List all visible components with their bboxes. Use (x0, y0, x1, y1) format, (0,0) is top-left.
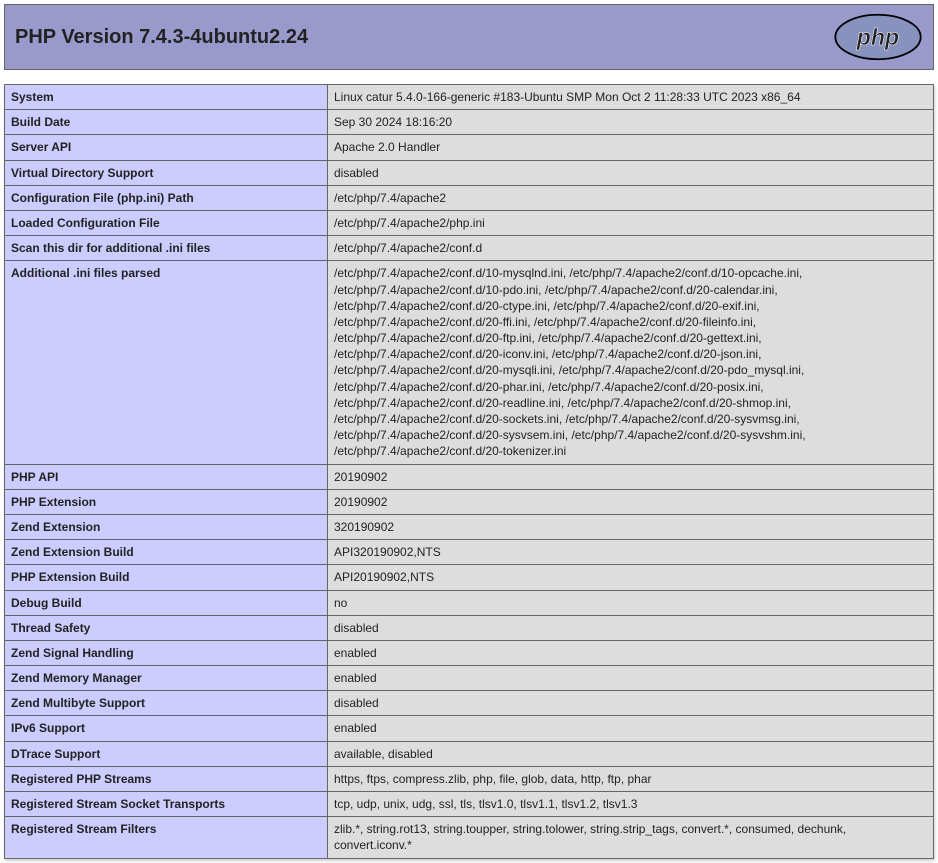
config-key: Configuration File (php.ini) Path (5, 185, 328, 210)
config-value: Sep 30 2024 18:16:20 (328, 110, 934, 135)
config-value: enabled (328, 716, 934, 741)
table-row: Zend Extension320190902 (5, 514, 934, 539)
table-row: Build DateSep 30 2024 18:16:20 (5, 110, 934, 135)
page-title: PHP Version 7.4.3-4ubuntu2.24 (15, 26, 308, 49)
table-row: Configuration File (php.ini) Path/etc/ph… (5, 185, 934, 210)
config-value: enabled (328, 666, 934, 691)
config-key: Zend Multibyte Support (5, 691, 328, 716)
table-row: SystemLinux catur 5.4.0-166-generic #183… (5, 85, 934, 110)
config-key: Thread Safety (5, 615, 328, 640)
table-row: Debug Buildno (5, 590, 934, 615)
config-key: Registered Stream Socket Transports (5, 792, 328, 817)
table-row: Scan this dir for additional .ini files/… (5, 236, 934, 261)
config-key: Debug Build (5, 590, 328, 615)
config-value: 20190902 (328, 489, 934, 514)
table-row: Zend Memory Managerenabled (5, 666, 934, 691)
config-key: PHP Extension Build (5, 565, 328, 590)
config-key: PHP API (5, 464, 328, 489)
config-key: Zend Extension (5, 514, 328, 539)
config-value: disabled (328, 691, 934, 716)
config-value: /etc/php/7.4/apache2 (328, 185, 934, 210)
config-value: https, ftps, compress.zlib, php, file, g… (328, 766, 934, 791)
table-row: Zend Extension BuildAPI320190902,NTS (5, 540, 934, 565)
config-value: API20190902,NTS (328, 565, 934, 590)
table-row: Thread Safetydisabled (5, 615, 934, 640)
config-key: Registered Stream Filters (5, 817, 328, 858)
table-row: PHP Extension20190902 (5, 489, 934, 514)
table-row: Registered Stream Socket Transportstcp, … (5, 792, 934, 817)
config-value: /etc/php/7.4/apache2/conf.d (328, 236, 934, 261)
table-row: PHP Extension BuildAPI20190902,NTS (5, 565, 934, 590)
config-value: no (328, 590, 934, 615)
table-row: Server APIApache 2.0 Handler (5, 135, 934, 160)
config-key: Zend Signal Handling (5, 640, 328, 665)
config-value: Apache 2.0 Handler (328, 135, 934, 160)
php-logo-icon: php (833, 13, 923, 61)
table-row: Virtual Directory Supportdisabled (5, 160, 934, 185)
config-value: available, disabled (328, 741, 934, 766)
table-row: DTrace Supportavailable, disabled (5, 741, 934, 766)
table-row: Zend Multibyte Supportdisabled (5, 691, 934, 716)
config-value: API320190902,NTS (328, 540, 934, 565)
config-key: IPv6 Support (5, 716, 328, 741)
config-key: Registered PHP Streams (5, 766, 328, 791)
config-key: Zend Extension Build (5, 540, 328, 565)
config-value: disabled (328, 615, 934, 640)
config-key: PHP Extension (5, 489, 328, 514)
config-value: /etc/php/7.4/apache2/php.ini (328, 210, 934, 235)
table-row: Registered PHP Streamshttps, ftps, compr… (5, 766, 934, 791)
config-key: Virtual Directory Support (5, 160, 328, 185)
table-row: Loaded Configuration File/etc/php/7.4/ap… (5, 210, 934, 235)
config-value: 20190902 (328, 464, 934, 489)
config-key: Zend Memory Manager (5, 666, 328, 691)
table-row: Registered Stream Filterszlib.*, string.… (5, 817, 934, 858)
config-value: /etc/php/7.4/apache2/conf.d/10-mysqlnd.i… (328, 261, 934, 464)
config-key: Scan this dir for additional .ini files (5, 236, 328, 261)
config-key: Build Date (5, 110, 328, 135)
table-row: IPv6 Supportenabled (5, 716, 934, 741)
config-key: DTrace Support (5, 741, 328, 766)
config-key: System (5, 85, 328, 110)
config-key: Additional .ini files parsed (5, 261, 328, 464)
page-header: PHP Version 7.4.3-4ubuntu2.24 php (4, 4, 934, 70)
table-row: PHP API20190902 (5, 464, 934, 489)
table-row: Zend Signal Handlingenabled (5, 640, 934, 665)
config-key: Loaded Configuration File (5, 210, 328, 235)
config-value: Linux catur 5.4.0-166-generic #183-Ubunt… (328, 85, 934, 110)
config-value: 320190902 (328, 514, 934, 539)
phpinfo-table: SystemLinux catur 5.4.0-166-generic #183… (4, 84, 934, 859)
config-value: enabled (328, 640, 934, 665)
svg-text:php: php (856, 24, 899, 50)
config-value: tcp, udp, unix, udg, ssl, tls, tlsv1.0, … (328, 792, 934, 817)
config-value: disabled (328, 160, 934, 185)
config-key: Server API (5, 135, 328, 160)
table-row: Additional .ini files parsed/etc/php/7.4… (5, 261, 934, 464)
config-value: zlib.*, string.rot13, string.toupper, st… (328, 817, 934, 858)
